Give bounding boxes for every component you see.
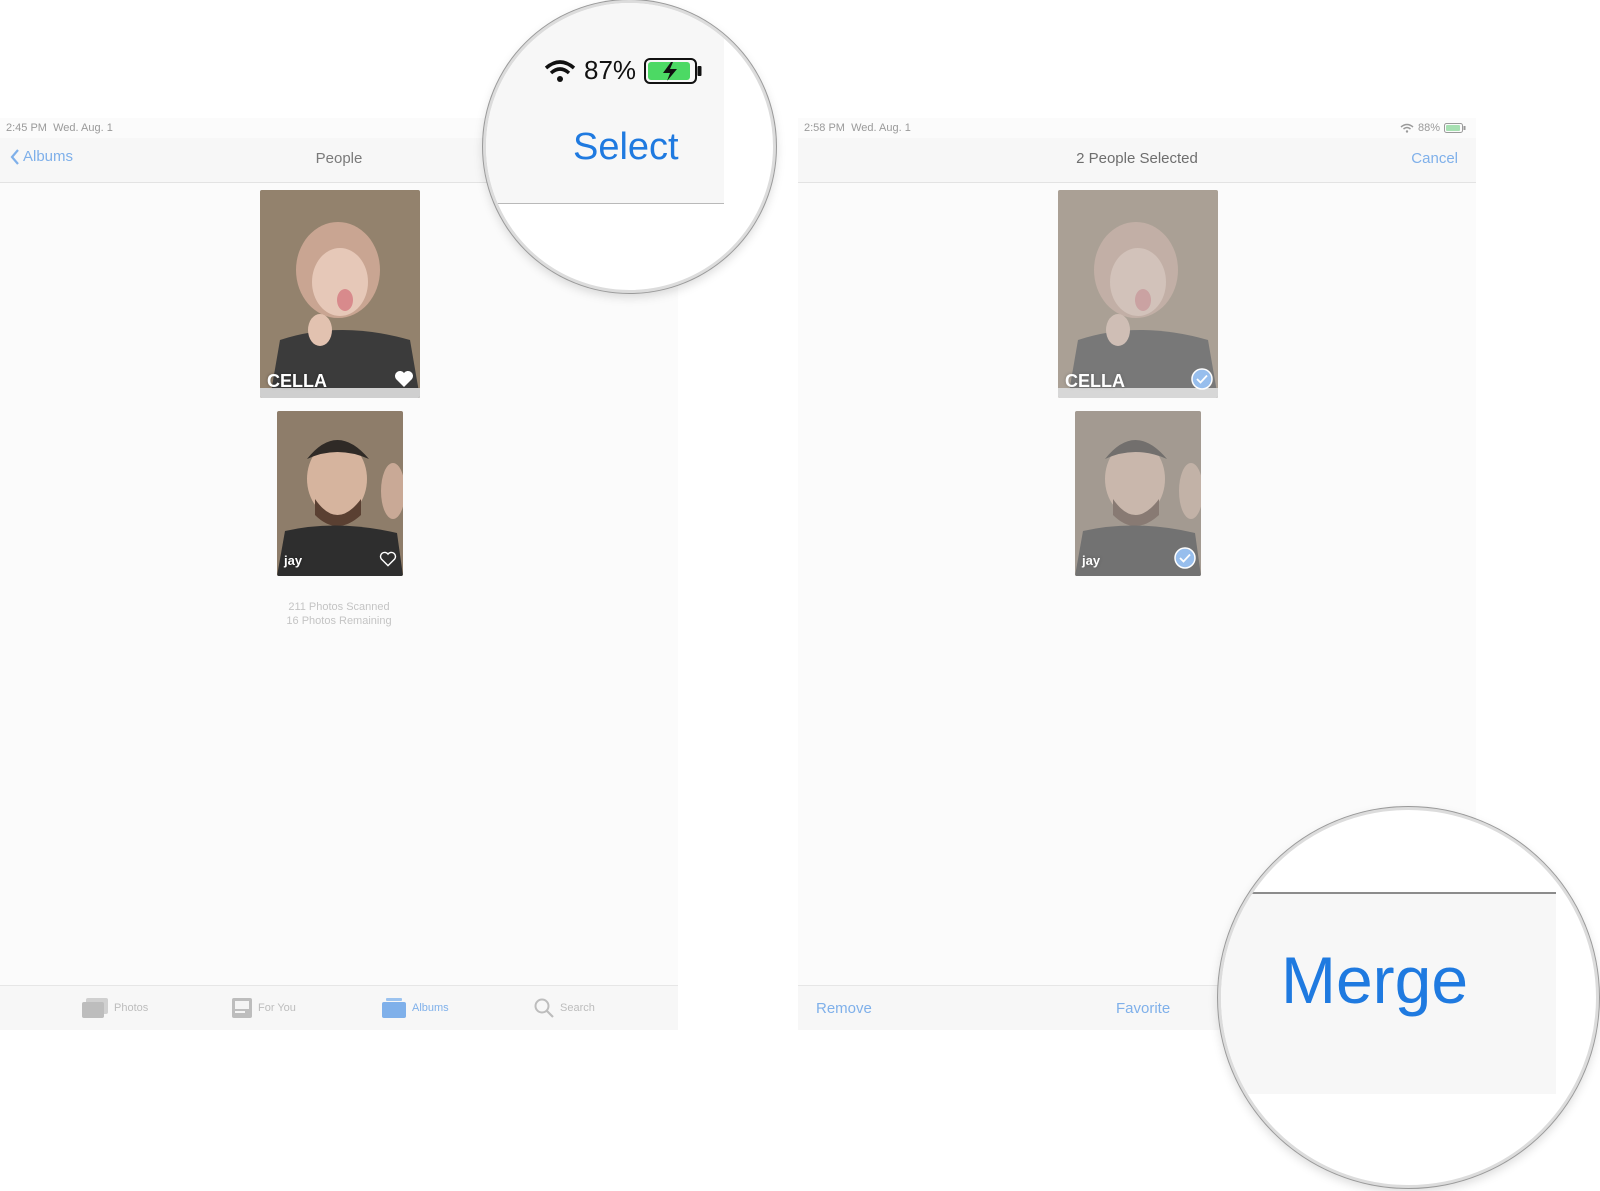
- magnified-navbar: [486, 3, 724, 204]
- battery-percentage: 87%: [584, 55, 637, 85]
- battery-charging-icon: [1444, 123, 1466, 133]
- photos-icon: [82, 998, 108, 1018]
- person-name: jay: [284, 553, 303, 568]
- battery-charging-icon: [644, 57, 702, 84]
- tab-albums[interactable]: Albums: [382, 998, 449, 1018]
- navigation-bar: 2 People Selected Cancel: [798, 138, 1476, 183]
- battery-percentage: 88%: [1417, 122, 1440, 134]
- person-name: CELLA: [1065, 371, 1125, 391]
- albums-icon: [382, 998, 406, 1018]
- favorite-button[interactable]: Favorite: [1116, 1000, 1170, 1017]
- tab-label: Search: [560, 1002, 595, 1014]
- tab-label: Photos: [114, 1002, 149, 1014]
- checkmark-circle-icon[interactable]: [1174, 547, 1196, 569]
- photos-scanned-text: 211 Photos Scanned: [288, 601, 390, 613]
- wifi-icon: [1400, 123, 1414, 133]
- heart-outline-icon[interactable]: [379, 551, 397, 567]
- person-name: CELLA: [267, 371, 327, 391]
- magnifier-merge: Merge: [1218, 807, 1599, 1188]
- tab-for-you[interactable]: For You: [232, 998, 296, 1018]
- person-name: jay: [1082, 553, 1101, 568]
- person-photo: [260, 190, 420, 398]
- search-icon: [534, 998, 554, 1018]
- status-time: 2:58 PM Wed. Aug. 1: [804, 122, 911, 134]
- for-you-icon: [232, 998, 252, 1018]
- person-photo: [1058, 190, 1218, 398]
- cancel-button[interactable]: Cancel: [1411, 150, 1458, 167]
- wifi-icon: [544, 59, 576, 82]
- select-button[interactable]: Select: [573, 126, 679, 169]
- person-card-jay[interactable]: jay: [1075, 411, 1201, 576]
- photos-remaining-text: 16 Photos Remaining: [286, 615, 392, 627]
- status-time: 2:45 PM Wed. Aug. 1: [6, 122, 113, 134]
- tab-photos[interactable]: Photos: [82, 998, 148, 1018]
- magnifier-select: 87% Select: [483, 0, 776, 293]
- page-title: 2 People Selected: [1076, 150, 1198, 167]
- tab-search[interactable]: Search: [534, 998, 595, 1018]
- magnified-status: 87%: [544, 55, 704, 86]
- merge-button[interactable]: Merge: [1281, 942, 1468, 1018]
- status-bar: 2:58 PM Wed. Aug. 1 88%: [798, 118, 1476, 138]
- checkmark-circle-icon[interactable]: [1191, 368, 1213, 390]
- status-date: Wed. Aug. 1: [53, 122, 113, 134]
- tab-label: Albums: [412, 1002, 449, 1014]
- person-card-cella[interactable]: CELLA: [260, 190, 420, 398]
- heart-filled-icon[interactable]: [394, 370, 414, 388]
- tab-bar: Photos For You Albums Search: [0, 985, 678, 1030]
- scan-status: 211 Photos Scanned 16 Photos Remaining: [0, 600, 678, 628]
- remove-button[interactable]: Remove: [816, 1000, 872, 1017]
- status-right: 88%: [1400, 122, 1466, 134]
- person-card-jay[interactable]: jay: [277, 411, 403, 576]
- status-date: Wed. Aug. 1: [851, 122, 911, 134]
- tab-label: For You: [258, 1002, 296, 1014]
- person-card-cella[interactable]: CELLA: [1058, 190, 1218, 398]
